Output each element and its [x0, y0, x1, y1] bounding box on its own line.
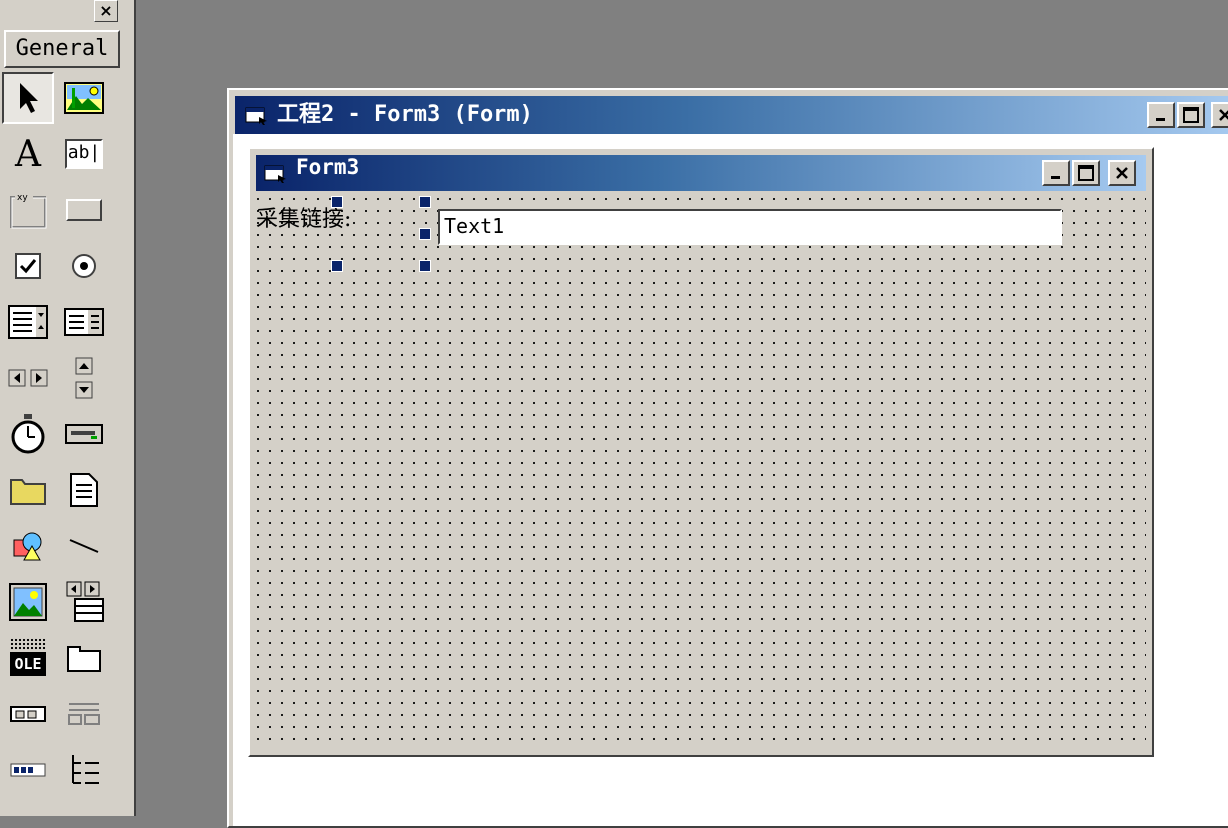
tool-ole[interactable]: OLE — [2, 632, 54, 684]
form3-window[interactable]: Form3 采集链接: Text1 — [248, 147, 1154, 757]
form3-design-surface[interactable]: 采集链接: Text1 — [256, 191, 1146, 749]
image-icon — [9, 583, 47, 621]
drivelistbox-icon — [65, 424, 103, 444]
close-icon — [1219, 109, 1228, 121]
form-icon — [264, 165, 286, 183]
tool-checkbox[interactable] — [2, 240, 54, 292]
tool-tabstrip[interactable] — [58, 632, 110, 684]
tool-textbox[interactable]: ab| — [58, 128, 110, 180]
tool-label[interactable]: A — [2, 128, 54, 180]
treeview-icon — [72, 755, 99, 784]
listbox-icon — [64, 308, 104, 336]
tool-picturebox[interactable] — [58, 72, 110, 124]
tool-image[interactable] — [2, 576, 54, 628]
tool-frame[interactable]: xy — [2, 184, 54, 236]
selection-handle[interactable] — [419, 260, 431, 272]
project-close-button[interactable] — [1211, 102, 1228, 128]
label-icon: A — [15, 133, 41, 175]
toolbox-general-tab[interactable]: General — [4, 30, 120, 68]
selection-handle[interactable] — [331, 196, 343, 208]
data-icon — [66, 581, 104, 622]
project-window-title: 工程2 - Form3 (Form) — [277, 102, 533, 127]
tool-listbox[interactable] — [58, 296, 110, 348]
tool-line[interactable] — [58, 520, 110, 572]
tool-combobox[interactable] — [2, 296, 54, 348]
project-title-bar[interactable]: 工程2 - Form3 (Form) — [235, 96, 1228, 134]
optionbutton-icon — [72, 254, 96, 278]
tool-dirlistbox[interactable] — [2, 464, 54, 516]
svg-text:xy: xy — [17, 193, 28, 203]
tool-optionbutton[interactable] — [58, 240, 110, 292]
tabstrip-icon — [67, 646, 101, 672]
pointer-icon — [20, 83, 38, 113]
line-icon — [69, 539, 99, 553]
hscrollbar-icon — [8, 369, 48, 387]
maximize-icon — [1078, 165, 1094, 181]
form3-title-bar[interactable]: Form3 — [256, 155, 1146, 191]
ole-label: OLE — [10, 652, 46, 676]
form3-maximize-button[interactable] — [1072, 160, 1100, 186]
form-app-icon — [245, 107, 267, 125]
tool-toolbar[interactable] — [2, 688, 54, 740]
tool-hscrollbar[interactable] — [2, 352, 54, 404]
tool-progressbar[interactable] — [2, 744, 54, 796]
tool-data[interactable] — [58, 576, 110, 628]
tool-pointer[interactable] — [2, 72, 54, 124]
project-minimize-button[interactable] — [1147, 102, 1175, 128]
tool-commandbutton[interactable] — [58, 184, 110, 236]
toolbox-panel: × General A ab| xy OLE — [0, 0, 136, 816]
dirlistbox-icon — [10, 479, 46, 505]
close-icon — [1116, 167, 1128, 179]
tool-timer[interactable] — [2, 408, 54, 460]
selection-handle[interactable] — [419, 196, 431, 208]
project-maximize-button[interactable] — [1177, 102, 1205, 128]
form3-title: Form3 — [296, 155, 360, 179]
selection-handle[interactable] — [419, 228, 431, 240]
statusbar-icon — [68, 703, 100, 725]
selection-handle[interactable] — [331, 260, 343, 272]
combobox-icon — [8, 305, 48, 339]
checkbox-icon — [15, 253, 41, 279]
maximize-icon — [1183, 107, 1199, 123]
tool-shape[interactable] — [2, 520, 54, 572]
shape-icon — [13, 532, 42, 561]
vscrollbar-icon — [75, 357, 93, 399]
tool-statusbar[interactable] — [58, 688, 110, 740]
minimize-icon — [1156, 118, 1165, 121]
frame-icon: xy — [10, 191, 47, 229]
tool-drivelistbox[interactable] — [58, 408, 110, 460]
commandbutton-icon — [66, 199, 102, 221]
timer-icon — [11, 414, 45, 454]
minimize-icon — [1051, 176, 1060, 179]
form3-minimize-button[interactable] — [1042, 160, 1070, 186]
textbox-icon: ab| — [65, 139, 103, 169]
tool-treeview[interactable] — [58, 744, 110, 796]
progressbar-icon — [10, 763, 46, 777]
filelistbox-icon — [70, 473, 98, 507]
toolbar-icon — [10, 706, 46, 722]
toolbox-close-button[interactable]: × — [94, 0, 118, 22]
ole-icon: OLE — [8, 638, 48, 678]
tool-filelistbox[interactable] — [58, 464, 110, 516]
picturebox-icon — [64, 82, 104, 114]
form3-close-button[interactable] — [1108, 160, 1136, 186]
textbox-text1[interactable]: Text1 — [438, 209, 1062, 245]
tool-vscrollbar[interactable] — [58, 352, 110, 404]
